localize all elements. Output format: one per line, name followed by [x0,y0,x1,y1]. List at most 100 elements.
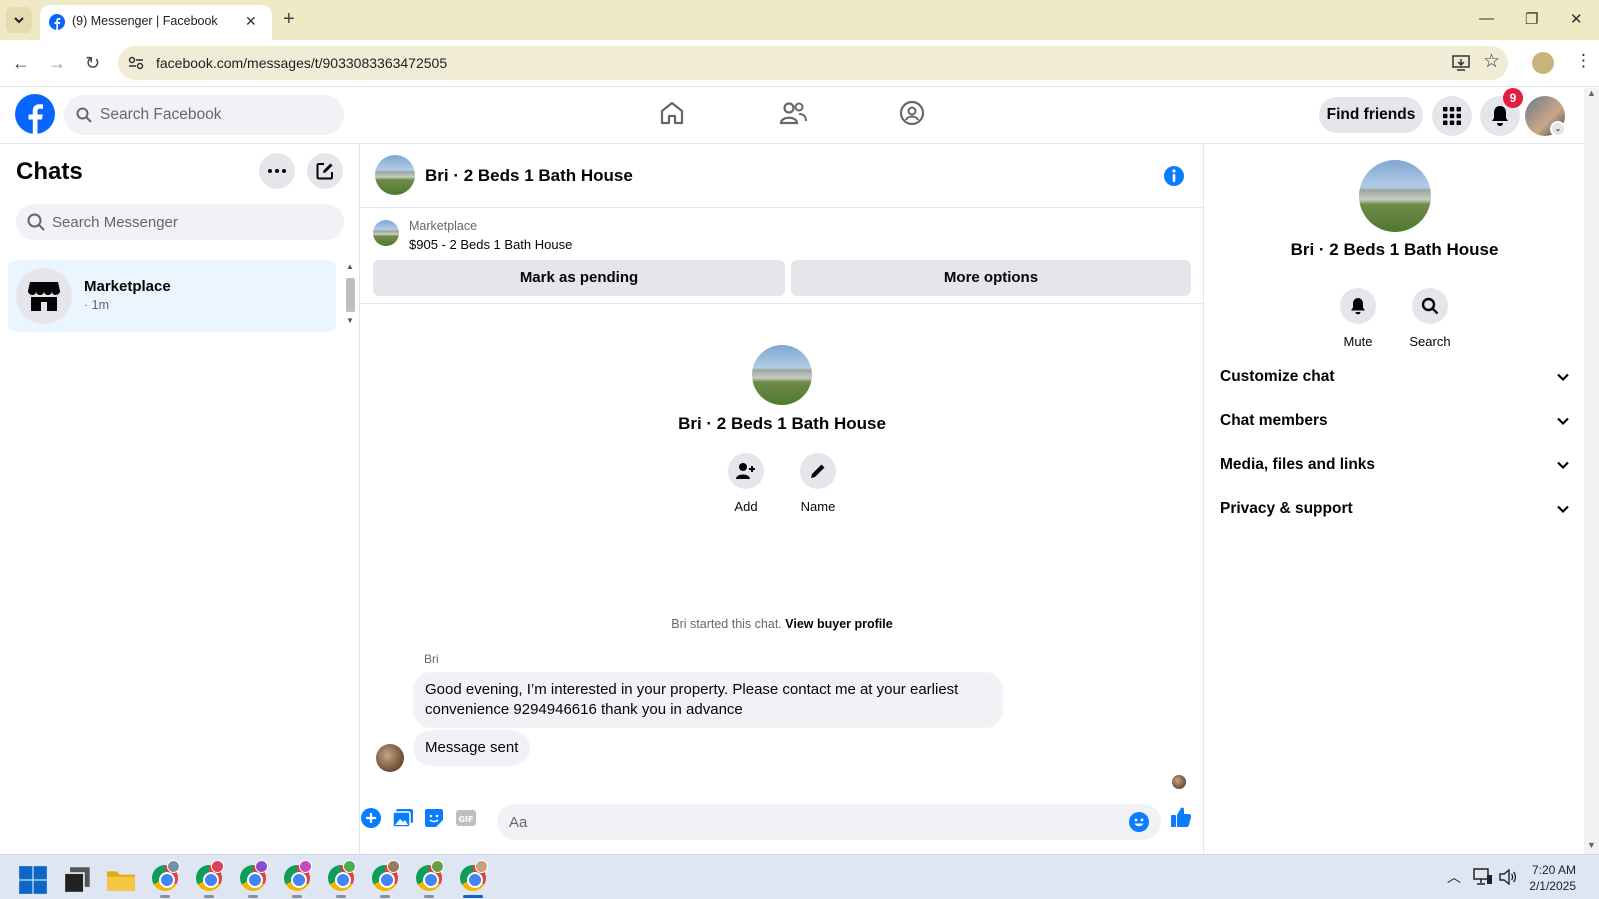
new-tab-icon[interactable]: + [283,9,295,29]
bookmark-star-icon[interactable]: ☆ [1483,50,1500,73]
running-indicator [292,895,302,898]
back-icon[interactable]: ← [12,53,30,74]
chrome-taskbar-icon[interactable] [282,860,312,893]
browser-profile-icon[interactable] [1532,52,1554,74]
message-bubble[interactable]: Message sent [413,730,531,766]
facebook-logo-icon[interactable] [15,94,55,134]
message-bubble[interactable]: Good evening, I’m interested in your pro… [413,672,1003,728]
listing-thumbnail[interactable] [373,220,399,246]
scroll-down-icon[interactable]: ▼ [346,316,354,325]
find-friends-button[interactable]: Find friends [1319,97,1423,133]
thumbs-up-icon[interactable] [1170,806,1192,828]
groups-icon[interactable] [899,100,925,126]
media-files-links-section[interactable]: Media, files and links [1220,444,1570,488]
account-chevron-icon[interactable]: ⌄ [1550,121,1566,137]
page-scrollbar[interactable]: ▲ ▼ [1584,88,1599,854]
network-icon[interactable] [1473,868,1493,886]
search-in-chat-button[interactable] [1412,288,1448,324]
chat-list-scrollbar[interactable]: ▲ ▼ [344,262,356,332]
forward-icon[interactable]: → [48,53,66,74]
chat-list-item[interactable]: Marketplace · 1m [8,260,336,332]
chevron-down-icon [14,17,24,24]
chrome-taskbar-icon[interactable] [194,860,224,893]
listing-price-title[interactable]: $905 - 2 Beds 1 Bath House [409,237,572,252]
browser-tab-bar: (9) Messenger | Facebook ✕ + — ❐ ✕ [0,0,1599,40]
minimize-icon[interactable]: — [1479,10,1494,27]
chat-started-text: Bri started this chat. [671,617,782,631]
privacy-support-section[interactable]: Privacy & support [1220,488,1570,532]
chat-members-section[interactable]: Chat members [1220,400,1570,444]
listing-source-label: Marketplace [409,219,478,233]
window-close-icon[interactable]: ✕ [1570,10,1583,28]
photo-icon[interactable] [392,808,414,828]
url-field[interactable]: facebook.com/messages/t/9033083363472505 [118,46,1508,80]
plus-circle-icon[interactable] [361,808,381,828]
scrollbar-thumb[interactable] [346,278,355,312]
chrome-taskbar-icon[interactable] [414,860,444,893]
chrome-taskbar-icon-active[interactable] [458,860,488,893]
name-chat-action[interactable]: Name [788,453,848,514]
message-input[interactable]: Aa [497,804,1161,840]
facebook-search-field[interactable]: Search Facebook [64,95,344,135]
pencil-icon [811,464,825,478]
mute-action[interactable]: Mute [1323,288,1393,349]
tab-close-icon[interactable]: ✕ [245,13,257,30]
chrome-taskbar-icon[interactable] [150,860,180,893]
sticker-icon[interactable] [424,808,444,828]
emoji-icon[interactable] [1129,812,1149,832]
profile-badge-icon [431,860,444,873]
view-buyer-profile-link[interactable]: View buyer profile [785,617,892,631]
chrome-taskbar-icon[interactable] [370,860,400,893]
chat-info-panel: Bri · 2 Beds 1 Bath House Mute Search Cu… [1203,144,1584,854]
add-label: Add [734,499,758,514]
add-person-button[interactable] [728,453,764,489]
install-app-icon[interactable] [1452,54,1470,72]
file-explorer-icon[interactable] [106,865,136,895]
customize-chat-section[interactable]: Customize chat [1220,356,1570,400]
site-settings-icon[interactable] [128,56,144,70]
task-view-icon[interactable] [62,865,92,895]
tray-overflow-icon[interactable]: ︿ [1447,867,1461,887]
gif-icon[interactable]: GIF [455,808,477,828]
intro-name: Bri · 2 Beds 1 Bath House [678,414,886,433]
mute-label: Mute [1343,334,1373,349]
info-name: Bri · 2 Beds 1 Bath House [1290,240,1499,259]
reload-icon[interactable]: ↻ [85,53,100,74]
menu-button[interactable] [1432,96,1472,136]
scroll-down-icon[interactable]: ▼ [1587,840,1596,850]
windows-taskbar: ︿ 7:20 AM 2/1/2025 [0,854,1599,899]
windows-start-icon[interactable] [18,865,48,895]
marketplace-store-icon [28,282,60,311]
home-icon[interactable] [659,100,685,126]
chrome-taskbar-icon[interactable] [238,860,268,893]
profile-badge-icon [255,860,268,873]
more-options-button[interactable]: More options [791,260,1191,296]
messenger-search-field[interactable]: Search Messenger [16,204,344,240]
scroll-up-icon[interactable]: ▲ [1587,88,1596,98]
chevron-down-icon [1557,461,1569,470]
scroll-up-icon[interactable]: ▲ [346,262,354,271]
info-icon[interactable] [1163,165,1185,187]
clock-date: 2/1/2025 [1529,879,1576,893]
search-icon [76,107,92,123]
mute-button[interactable] [1340,288,1376,324]
facebook-header: Search Facebook Find friends 9 ⌄ [0,88,1584,144]
facebook-search-placeholder: Search Facebook [100,106,222,123]
maximize-icon[interactable]: ❐ [1525,10,1538,28]
browser-tab[interactable]: (9) Messenger | Facebook ✕ [40,5,272,40]
friends-icon[interactable] [779,100,807,126]
sender-avatar[interactable] [376,744,404,772]
browser-menu-icon[interactable]: ⋮ [1575,51,1592,71]
mark-as-pending-button[interactable]: Mark as pending [373,260,785,296]
search-action[interactable]: Search [1395,288,1465,349]
chrome-taskbar-icon[interactable] [326,860,356,893]
new-message-button[interactable] [307,153,343,189]
info-avatar[interactable] [1359,160,1431,232]
edit-name-button[interactable] [800,453,836,489]
tab-search-button[interactable] [6,7,32,33]
chats-options-button[interactable] [259,153,295,189]
add-people-action[interactable]: Add [716,453,776,514]
conversation-title[interactable]: Bri · 2 Beds 1 Bath House [425,166,633,186]
conversation-avatar[interactable] [375,155,415,195]
system-clock[interactable]: 7:20 AM 2/1/2025 [1506,862,1576,894]
